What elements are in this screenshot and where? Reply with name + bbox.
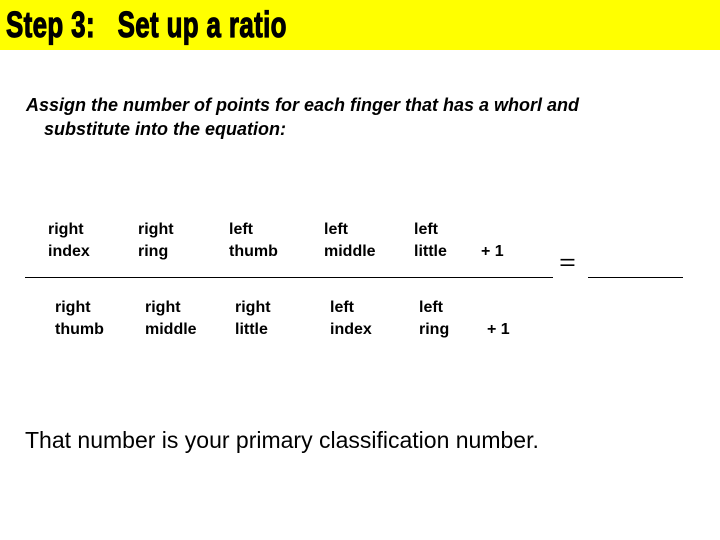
term-finger: ring — [138, 243, 169, 260]
term-side: right — [145, 299, 181, 316]
term-finger: thumb — [55, 321, 104, 338]
term-finger: thumb — [229, 243, 278, 260]
term-side: right — [235, 299, 271, 316]
denominator-term: right little — [235, 297, 271, 341]
slide-title: Step 3: Set up a ratio — [6, 3, 287, 45]
answer-blank — [588, 277, 683, 278]
fraction-bar — [25, 277, 553, 278]
term-finger: index — [330, 321, 372, 338]
term-side: right — [48, 221, 84, 238]
denominator-term: right middle — [145, 297, 197, 341]
title-band: Step 3: Set up a ratio — [0, 0, 720, 50]
term-finger: index — [48, 243, 90, 260]
term-side: left — [229, 221, 253, 238]
instructions-line-1: Assign the number of points for each fin… — [26, 95, 580, 115]
term-finger: ring — [419, 321, 450, 338]
term-side: left — [414, 221, 438, 238]
conclusion-text: That number is your primary classificati… — [25, 427, 539, 453]
numerator-term: left middle — [324, 219, 376, 263]
numerator-term: left thumb — [229, 219, 278, 263]
numerator-term: right ring — [138, 219, 174, 263]
denominator-term: right thumb — [55, 297, 104, 341]
numerator-constant: + 1 — [481, 243, 504, 260]
term-side: right — [55, 299, 91, 316]
term-finger: little — [235, 321, 268, 338]
term-side: left — [330, 299, 354, 316]
numerator-term: right index — [48, 219, 90, 263]
term-side: left — [419, 299, 443, 316]
term-finger: middle — [145, 321, 197, 338]
denominator-constant: + 1 — [487, 321, 510, 338]
term-finger: little — [414, 243, 447, 260]
instructions: Assign the number of points for each fin… — [26, 93, 686, 141]
term-finger: middle — [324, 243, 376, 260]
instructions-line-2: substitute into the equation: — [44, 119, 286, 139]
denominator-term: left index — [330, 297, 372, 341]
term-side: right — [138, 221, 174, 238]
term-side: left — [324, 221, 348, 238]
numerator-term: left little — [414, 219, 447, 263]
equals-sign: = — [559, 250, 576, 275]
denominator-term: left ring — [419, 297, 449, 341]
